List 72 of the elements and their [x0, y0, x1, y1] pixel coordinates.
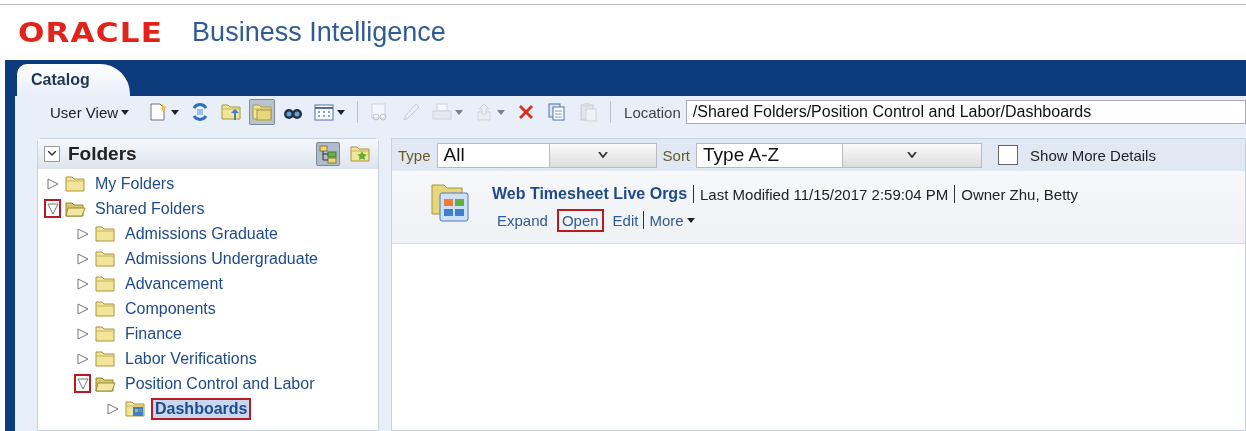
folder-item[interactable]: Labor Verifications	[121, 347, 261, 370]
location-field[interactable]: /Shared Folders/Position Control and Labor/Dashboards	[685, 100, 1246, 124]
triangle-right-icon	[76, 277, 89, 290]
triangle-down-icon	[46, 202, 59, 215]
new-document-icon	[148, 102, 169, 122]
details-checkbox[interactable]	[998, 145, 1019, 165]
paste-icon	[578, 102, 599, 122]
folder-item[interactable]: Shared Folders	[91, 197, 209, 220]
chevron-icon	[48, 151, 56, 157]
brand-logo: ORACLE	[18, 17, 164, 48]
printer-icon	[432, 102, 453, 122]
checkbox-label: Show More Details	[1030, 146, 1156, 164]
folder-star-icon	[350, 144, 370, 164]
action-link[interactable]: Open	[556, 208, 604, 232]
sort-dropdown[interactable]: Type A-Z	[696, 142, 983, 168]
dashboard-icon	[430, 181, 470, 225]
copy-icon	[547, 102, 568, 122]
modified-text: Last Modified 11/15/2017 2:59:04 PM	[700, 185, 949, 203]
chevron-icon	[597, 152, 608, 158]
folder-upload-icon	[221, 102, 242, 122]
caret-icon	[337, 109, 346, 115]
triangle-right-icon	[76, 302, 89, 315]
sort-label: Sort	[662, 146, 691, 164]
chevron-icon	[906, 152, 917, 158]
grid-icon	[314, 102, 335, 122]
folder-icon	[95, 248, 117, 269]
folder-icon	[95, 323, 117, 344]
dashboard-folder-icon	[125, 398, 147, 419]
caret-icon	[455, 109, 464, 115]
triangle-right-icon	[106, 402, 119, 415]
panel-title: Folders	[68, 143, 138, 165]
folders-icon	[252, 102, 273, 122]
action-link[interactable]: Edit	[607, 208, 644, 232]
user-view-menu[interactable]: User View	[47, 100, 133, 124]
product-title: Business Intelligence	[192, 17, 446, 48]
collapse-toggle[interactable]	[44, 199, 61, 218]
triangle-right-icon	[76, 352, 89, 365]
collapse-toggle[interactable]	[74, 374, 91, 393]
caret-icon	[497, 109, 506, 115]
action-link[interactable]: More	[644, 208, 700, 232]
collapse-toggle[interactable]	[44, 146, 60, 162]
folder-item[interactable]: Position Control and Labor	[121, 372, 319, 395]
triangle-down-icon	[76, 377, 89, 390]
owner-text: Owner Zhu, Betty	[961, 185, 1078, 203]
action-link[interactable]: Expand	[492, 208, 553, 232]
folder-icon	[65, 173, 87, 194]
tree-icon	[318, 144, 338, 164]
folder-icon	[95, 223, 117, 244]
folder-item[interactable]: Components	[121, 297, 220, 320]
folder-item[interactable]: Admissions Graduate	[121, 222, 282, 245]
pencil-icon	[401, 102, 422, 122]
type-label: Type	[398, 146, 431, 164]
caret-icon	[121, 109, 130, 115]
folder-icon	[95, 273, 117, 294]
triangle-right-icon	[76, 227, 89, 240]
caret-icon	[171, 109, 180, 115]
caret-icon	[686, 217, 695, 223]
triangle-right-icon	[76, 327, 89, 340]
folder-item[interactable]: Finance	[121, 322, 186, 345]
triangle-right-icon	[46, 177, 59, 190]
folder-item[interactable]: Dashboards	[151, 397, 252, 420]
tree-view-button[interactable]	[316, 142, 340, 166]
item-title-link[interactable]: Web Timesheet Live Orgs	[492, 185, 688, 203]
folder-item[interactable]: Admissions Undergraduate	[121, 247, 322, 270]
folder-icon	[95, 348, 117, 369]
folder-icon	[95, 298, 117, 319]
triangle-right-icon	[76, 252, 89, 265]
location-label: Location	[624, 103, 681, 121]
folder-item[interactable]: Advancement	[121, 272, 227, 295]
tab[interactable]: Catalog	[17, 64, 130, 96]
type-dropdown[interactable]: All	[436, 142, 657, 168]
folder-item[interactable]: My Folders	[91, 172, 179, 195]
